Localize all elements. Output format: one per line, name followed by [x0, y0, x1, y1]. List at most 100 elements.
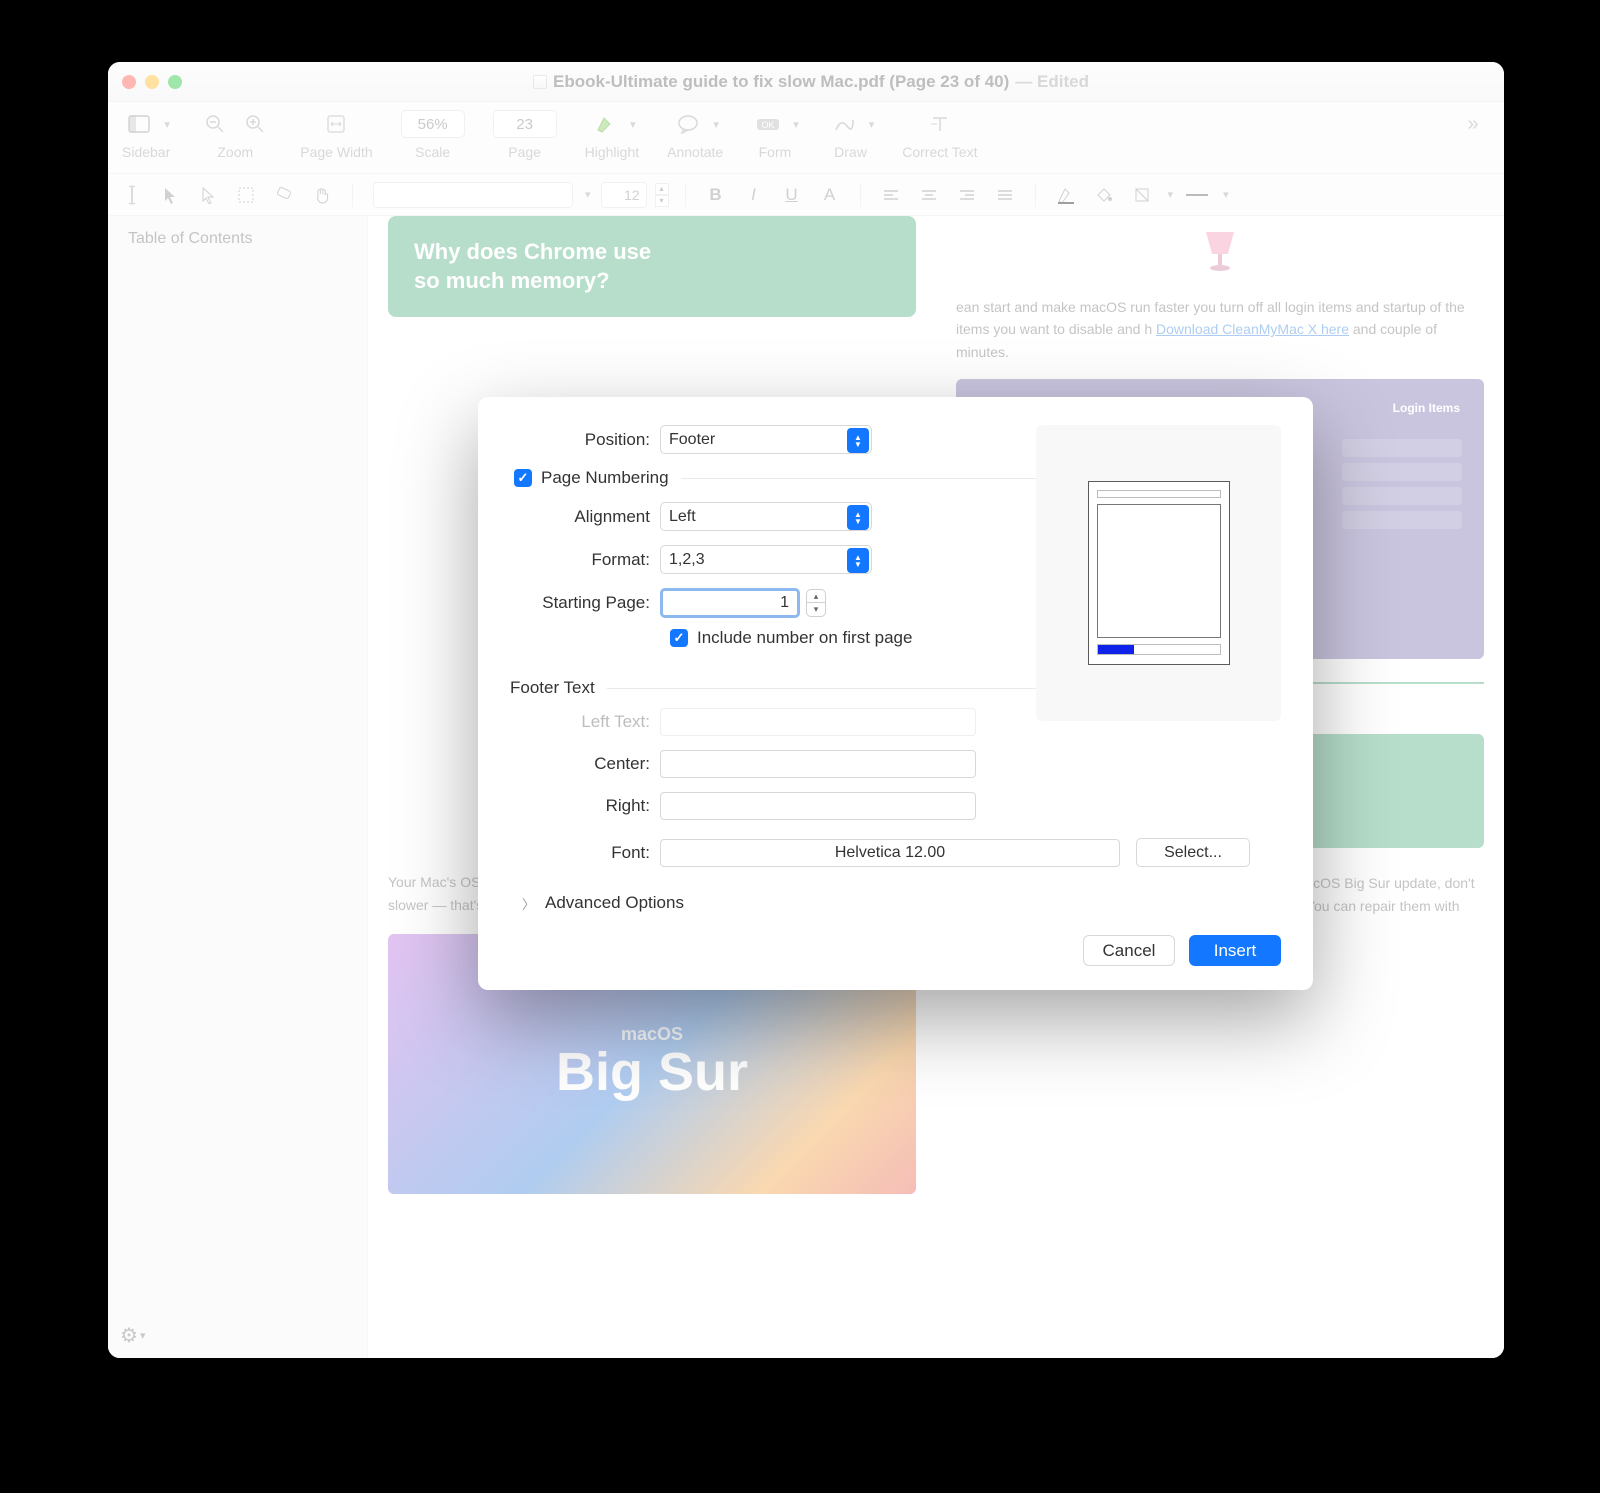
close-window-button[interactable]	[122, 75, 136, 89]
hand-tool[interactable]	[308, 181, 336, 209]
document-icon	[533, 75, 547, 89]
text-color-button[interactable]: A	[816, 181, 844, 209]
select-arrows-icon: ▲▼	[847, 548, 869, 573]
include-first-label: Include number on first page	[697, 628, 912, 648]
settings-menu-button[interactable]: ⚙▾	[120, 1323, 145, 1348]
page-width-button[interactable]	[319, 110, 353, 138]
form-button[interactable]: OK	[751, 110, 785, 138]
sidebar-toggle-button[interactable]	[122, 110, 156, 138]
alignment-label: Alignment	[510, 507, 660, 527]
page-numbering-checkbox[interactable]: ✓	[514, 469, 532, 487]
correct-text-button[interactable]	[923, 110, 957, 138]
highlight-label: Highlight	[585, 144, 639, 160]
chevron-down-icon[interactable]: ▾	[585, 188, 591, 201]
align-right-button[interactable]	[953, 181, 981, 209]
starting-page-stepper[interactable]: ▴▾	[806, 589, 826, 617]
page-field[interactable]: 23	[493, 110, 557, 138]
include-first-page-checkbox[interactable]: ✓	[670, 629, 688, 647]
select-arrows-icon: ▲▼	[847, 428, 869, 453]
align-justify-button[interactable]	[991, 181, 1019, 209]
align-left-button[interactable]	[877, 181, 905, 209]
arrow-tool[interactable]	[156, 181, 184, 209]
marquee-tool[interactable]	[232, 181, 260, 209]
insert-button[interactable]: Insert	[1189, 935, 1281, 966]
advanced-options-disclosure[interactable]: 〉 Advanced Options	[522, 893, 1281, 913]
zoom-out-button[interactable]	[198, 110, 232, 138]
font-size-stepper[interactable]: ▴▾	[655, 183, 669, 207]
font-label: Font:	[510, 843, 660, 863]
chevron-down-icon[interactable]: ▾	[793, 118, 799, 131]
page-label: Page	[508, 144, 541, 160]
footer-text-heading: Footer Text	[510, 678, 595, 698]
highlight-button[interactable]	[588, 110, 622, 138]
center-text-label: Center:	[510, 754, 660, 774]
edited-indicator: — Edited	[1015, 72, 1089, 92]
main-toolbar: ▾ Sidebar Zoom Page Width 56% Scale 23 P…	[108, 102, 1504, 174]
svg-text:OK: OK	[762, 120, 775, 130]
bold-button[interactable]: B	[702, 181, 730, 209]
format-select[interactable]: 1,2,3 ▲▼	[660, 545, 872, 574]
border-style-button[interactable]	[1128, 181, 1156, 209]
font-size-field[interactable]: 12	[601, 182, 647, 208]
window-controls	[122, 75, 182, 89]
chevron-right-icon: 〉	[522, 894, 535, 913]
format-toolbar: ▾ 12 ▴▾ B I U A ▾ ▾	[108, 174, 1504, 216]
chevron-down-icon[interactable]: ▾	[869, 118, 875, 131]
page-numbering-label: Page Numbering	[541, 468, 669, 488]
left-text-label: Left Text:	[510, 712, 660, 732]
zoom-window-button[interactable]	[168, 75, 182, 89]
annotate-label: Annotate	[667, 144, 723, 160]
font-family-select[interactable]	[373, 182, 573, 208]
header-footer-dialog: Position: Footer ▲▼ ✓ Page Numbering Ali…	[478, 397, 1313, 990]
starting-page-input[interactable]	[660, 588, 800, 618]
align-center-button[interactable]	[915, 181, 943, 209]
eraser-tool[interactable]	[270, 181, 298, 209]
starting-page-label: Starting Page:	[510, 593, 660, 613]
select-arrows-icon: ▲▼	[847, 505, 869, 530]
chevron-down-icon[interactable]: ▾	[713, 118, 719, 131]
scale-field[interactable]: 56%	[401, 110, 465, 138]
chevron-down-icon[interactable]: ▾	[630, 118, 636, 131]
alignment-select[interactable]: Left ▲▼	[660, 502, 872, 531]
highlight-color-button[interactable]	[1052, 181, 1080, 209]
zoom-label: Zoom	[217, 144, 253, 160]
advanced-options-label: Advanced Options	[545, 893, 684, 913]
select-font-button[interactable]: Select...	[1136, 838, 1250, 867]
sidebar-panel: Table of Contents	[108, 216, 368, 1358]
page-preview	[1036, 425, 1281, 721]
scale-label: Scale	[415, 144, 450, 160]
text-cursor-tool[interactable]	[118, 181, 146, 209]
window-title: Ebook-Ultimate guide to fix slow Mac.pdf…	[182, 72, 1440, 92]
fill-color-button[interactable]	[1090, 181, 1118, 209]
format-label: Format:	[510, 550, 660, 570]
chevron-down-icon[interactable]: ▾	[1223, 188, 1229, 201]
line-weight-button[interactable]	[1183, 181, 1211, 209]
chevron-down-icon[interactable]: ▾	[164, 118, 170, 131]
underline-button[interactable]: U	[778, 181, 806, 209]
position-select[interactable]: Footer ▲▼	[660, 425, 872, 454]
draw-label: Draw	[834, 144, 867, 160]
annotate-button[interactable]	[671, 110, 705, 138]
chevron-down-icon[interactable]: ▾	[1168, 188, 1174, 201]
center-text-input[interactable]	[660, 750, 976, 778]
cancel-button[interactable]: Cancel	[1083, 935, 1175, 966]
select-tool[interactable]	[194, 181, 222, 209]
callout-box: Why does Chrome useso much memory?	[388, 216, 916, 317]
download-link[interactable]: Download CleanMyMac X here	[1156, 321, 1349, 337]
left-text-input	[660, 708, 976, 736]
gear-icon: ⚙	[120, 1323, 138, 1348]
correct-text-label: Correct Text	[902, 144, 977, 160]
draw-button[interactable]	[827, 110, 861, 138]
titlebar: Ebook-Ultimate guide to fix slow Mac.pdf…	[108, 62, 1504, 102]
form-label: Form	[759, 144, 792, 160]
italic-button[interactable]: I	[740, 181, 768, 209]
right-text-input[interactable]	[660, 792, 976, 820]
minimize-window-button[interactable]	[145, 75, 159, 89]
sidebar-label: Sidebar	[122, 144, 170, 160]
page-width-label: Page Width	[300, 144, 372, 160]
overflow-button[interactable]: »	[1456, 110, 1490, 138]
body-paragraph: ean start and make macOS run faster you …	[956, 296, 1484, 363]
zoom-in-button[interactable]	[238, 110, 272, 138]
app-window: Ebook-Ultimate guide to fix slow Mac.pdf…	[108, 62, 1504, 1358]
sidebar-title: Table of Contents	[128, 230, 347, 248]
